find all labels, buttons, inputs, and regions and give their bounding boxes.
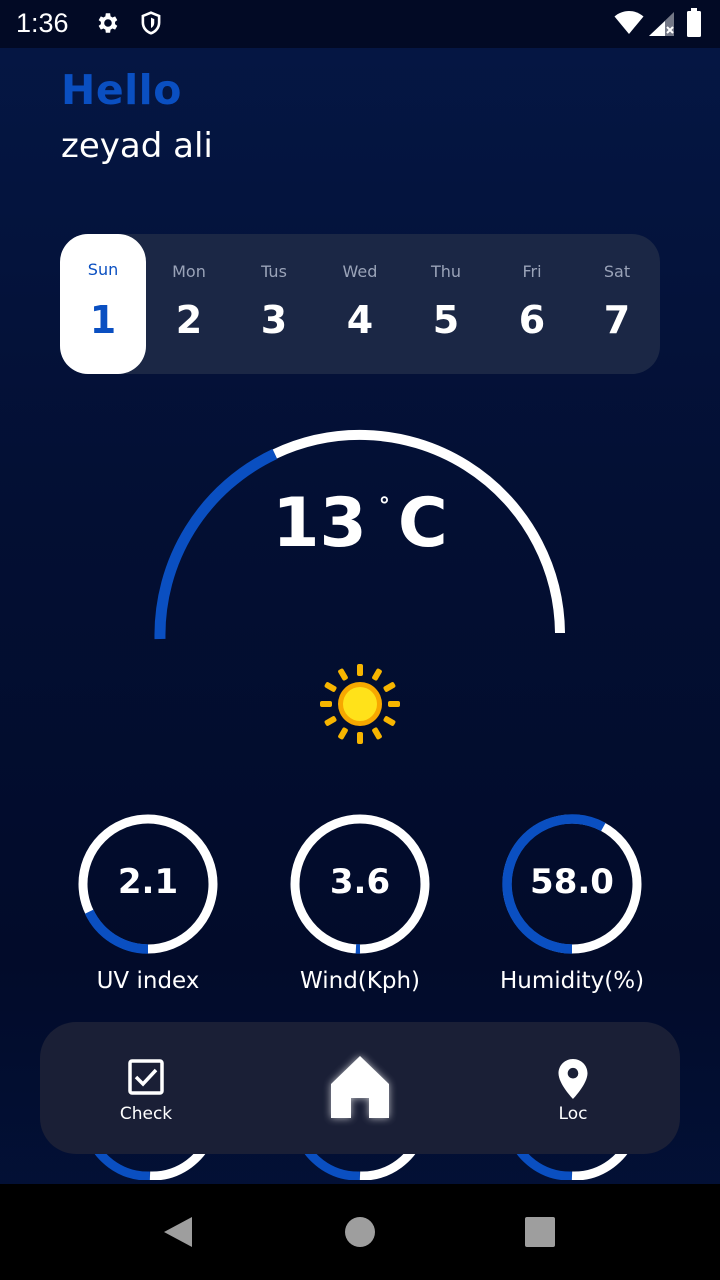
weather-screen: 1:36 Hello zeyad ali Sun 1 Mon 2 Tus 3 Wed 4 Thu… [0,0,720,1280]
user-name: zeyad ali [61,126,213,166]
day-wed[interactable]: Wed 4 [317,234,403,374]
wind-metric: 3.6 Wind(Kph) [270,812,450,994]
home-icon [327,1052,393,1126]
recents-icon[interactable] [525,1217,555,1251]
day-number: 4 [346,298,374,342]
day-name: Fri [522,262,542,281]
temperature-unit: C [397,484,448,563]
status-time: 1:36 [16,8,69,38]
uv-index-label: UV index [96,968,200,994]
uv-index-metric: 2.1 UV index [58,812,238,994]
sun-icon [318,662,402,750]
wifi-icon [614,10,644,40]
day-name: Tus [261,262,287,281]
nav-location[interactable]: Loc [503,1022,643,1154]
temperature-readout: 13 ° C [0,484,720,563]
nav-check[interactable]: Check [76,1022,216,1154]
day-number: 1 [89,298,117,342]
system-nav-bar [0,1184,720,1280]
wind-value: 3.6 [329,862,391,902]
nav-home[interactable] [290,1022,430,1154]
day-name: Sun [87,260,119,279]
day-thu[interactable]: Thu 5 [403,234,489,374]
day-sun[interactable]: Sun 1 [60,234,146,374]
day-number: 7 [603,298,631,342]
day-name: Thu [430,262,462,281]
settings-icon [94,10,120,40]
day-name: Sat [603,262,631,281]
day-number: 6 [518,298,546,342]
day-sat[interactable]: Sat 7 [574,234,660,374]
temperature-value: 13 [272,484,367,563]
day-number: 5 [432,298,460,342]
back-icon[interactable] [162,1215,194,1253]
humidity-value: 58.0 [530,862,614,902]
day-fri[interactable]: Fri 6 [489,234,575,374]
degree-symbol: ° [378,494,390,519]
location-pin-icon [557,1058,589,1104]
greeting-title: Hello [61,66,182,114]
day-number: 3 [260,298,288,342]
nav-check-label: Check [119,1104,173,1124]
day-tus[interactable]: Tus 3 [231,234,317,374]
day-name: Wed [342,262,378,281]
checkbox-icon [127,1058,165,1100]
day-selector: Sun 1 Mon 2 Tus 3 Wed 4 Thu 5 Fri 6 Sat 7 [60,234,660,374]
day-name: Mon [172,262,206,281]
humidity-metric: 58.0 Humidity(%) [482,812,662,994]
uv-index-value: 2.1 [117,862,179,902]
home-circle-icon[interactable] [344,1216,376,1252]
day-number: 2 [175,298,203,342]
battery-icon [686,8,702,42]
humidity-label: Humidity(%) [499,968,645,994]
wind-label: Wind(Kph) [299,968,420,994]
signal-icon [648,11,676,41]
shield-icon [138,10,164,40]
day-mon[interactable]: Mon 2 [146,234,232,374]
bottom-nav: Check Loc [40,1022,680,1154]
nav-location-label: Loc [558,1104,588,1124]
status-bar: 1:36 [0,0,720,48]
ring-fill [84,909,149,954]
